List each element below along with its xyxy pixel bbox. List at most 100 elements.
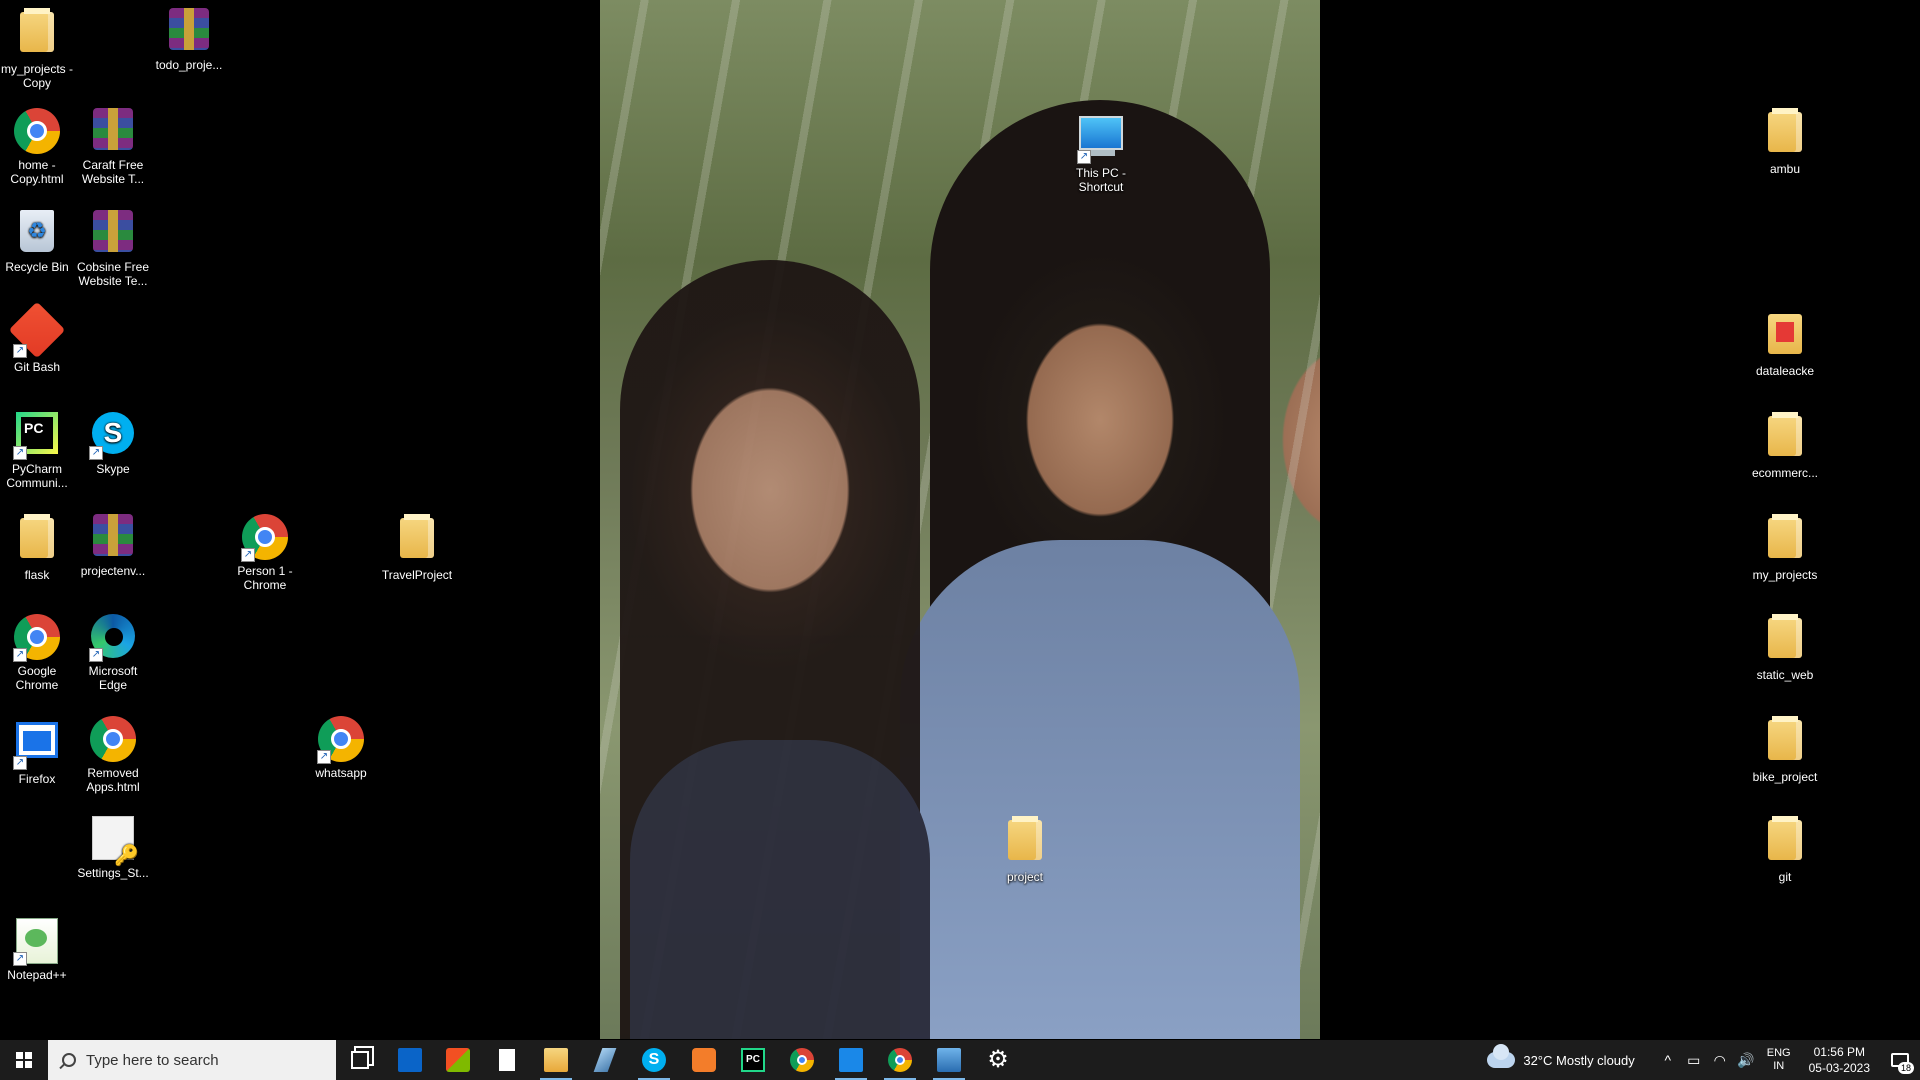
chrome-icon	[318, 716, 364, 762]
desktop-icon-recycle-bin[interactable]: ♻ Recycle Bin	[0, 210, 74, 274]
desktop-icon-git[interactable]: git	[1748, 816, 1822, 884]
taskbar-search-box[interactable]: Type here to search	[48, 1040, 336, 1080]
git-bash-icon	[8, 301, 66, 359]
folder-icon	[1768, 816, 1802, 860]
desktop-icon-this-pc-shortcut[interactable]: This PC - Shortcut	[1064, 110, 1138, 194]
file-explorer-icon	[544, 1048, 568, 1072]
desktop-icon-firefox[interactable]: Firefox	[0, 716, 74, 786]
screen-app-icon	[839, 1048, 863, 1072]
notification-count: 18	[1897, 1062, 1914, 1074]
taskbar-chrome-profile[interactable]	[876, 1040, 924, 1080]
desktop-icon-notepad-plus-plus[interactable]: Notepad++	[0, 918, 74, 982]
clock-time: 01:56 PM	[1813, 1045, 1865, 1059]
desktop-icon-whatsapp[interactable]: whatsapp	[304, 716, 378, 780]
desktop-icon-static-web[interactable]: static_web	[1748, 614, 1822, 682]
desktop-icon-todo-project[interactable]: todo_proje...	[152, 8, 226, 72]
taskbar-settings[interactable]: ⚙	[974, 1040, 1022, 1080]
desktop-icon-person-1-chrome[interactable]: Person 1 - Chrome	[228, 514, 302, 592]
desktop-icon-bike-project[interactable]: bike_project	[1748, 716, 1822, 784]
desktop-wallpaper-photo	[600, 0, 1320, 1039]
windows-logo-icon	[16, 1052, 32, 1068]
winrar-archive-icon	[169, 8, 209, 50]
notepad-icon	[499, 1049, 515, 1071]
desktop-icon-skype[interactable]: S Skype	[76, 412, 150, 476]
chrome-profile-icon	[888, 1048, 912, 1072]
taskbar-screen-app[interactable]	[827, 1040, 875, 1080]
taskbar-pycharm[interactable]: PC	[729, 1040, 777, 1080]
folder-icon	[1768, 412, 1802, 456]
start-button[interactable]	[0, 1040, 48, 1080]
clock[interactable]: 01:56 PM 05-03-2023	[1809, 1044, 1870, 1076]
folder-icon	[20, 8, 54, 52]
folder-icon	[1768, 514, 1802, 558]
notification-center-button[interactable]: 18	[1880, 1040, 1920, 1080]
taskbar-mail[interactable]	[386, 1040, 434, 1080]
this-pc-icon	[1079, 116, 1123, 156]
chrome-profile-icon	[242, 514, 288, 560]
recycle-bin-icon: ♻	[20, 210, 54, 252]
chrome-icon	[790, 1048, 814, 1072]
desktop-icon-ambu[interactable]: ambu	[1748, 108, 1822, 176]
sublime-text-icon	[692, 1048, 716, 1072]
taskbar-notepad[interactable]	[483, 1040, 531, 1080]
wifi-icon[interactable]: ◠	[1710, 1050, 1730, 1070]
taskbar-sublime-text[interactable]	[680, 1040, 728, 1080]
chrome-icon	[90, 716, 136, 762]
desktop-icon-dataleacke[interactable]: dataleacke	[1748, 310, 1822, 378]
desktop-icon-flask[interactable]: flask	[0, 514, 74, 582]
firefox-window-icon	[16, 722, 58, 758]
desktop-icon-project[interactable]: project	[988, 816, 1062, 884]
desktop-icon-cobsine-free-website[interactable]: Cobsine Free Website Te...	[76, 210, 150, 288]
edge-icon	[91, 614, 135, 658]
desktop-icon-my-projects-copy[interactable]: my_projects - Copy	[0, 8, 74, 90]
desktop-icon-travelproject[interactable]: TravelProject	[380, 514, 454, 582]
desktop-icon-caraft-free-website[interactable]: Caraft Free Website T...	[76, 108, 150, 186]
mail-icon	[398, 1048, 422, 1072]
taskbar-photos[interactable]	[925, 1040, 973, 1080]
folder-icon	[1768, 108, 1802, 152]
taskbar-chrome[interactable]	[778, 1040, 826, 1080]
folder-icon	[1768, 716, 1802, 760]
volume-icon[interactable]: 🔊	[1736, 1050, 1756, 1070]
desktop-icon-pycharm[interactable]: PyCharm Communi...	[0, 412, 74, 490]
chrome-icon	[14, 108, 60, 154]
taskbar: Type here to search S PC ⚙ 32°C Mostly c…	[0, 1040, 1920, 1080]
desktop-icon-settings-st[interactable]: Settings_St...	[76, 816, 150, 880]
desktop-icon-removed-apps-html[interactable]: Removed Apps.html	[76, 716, 150, 794]
task-view-button[interactable]	[336, 1040, 384, 1080]
desktop-icon-microsoft-edge[interactable]: Microsoft Edge	[76, 614, 150, 692]
desktop-icon-projectenv[interactable]: projectenv...	[76, 514, 150, 578]
winrar-archive-icon	[93, 108, 133, 150]
settings-file-icon	[92, 816, 139, 863]
taskbar-file-explorer[interactable]	[532, 1040, 580, 1080]
folder-icon	[1768, 614, 1802, 658]
photos-icon	[937, 1048, 961, 1072]
skype-icon: S	[642, 1048, 666, 1072]
skype-icon: S	[92, 412, 134, 454]
desktop-icon-home-copy-html[interactable]: home - Copy.html	[0, 108, 74, 186]
clock-date: 05-03-2023	[1808, 1061, 1870, 1075]
weather-condition: Mostly cloudy	[1556, 1052, 1635, 1068]
taskbar-skype[interactable]: S	[630, 1040, 678, 1080]
desktop-icon-ecommerce[interactable]: ecommerc...	[1748, 412, 1822, 480]
desktop-icon-my-projects[interactable]: my_projects	[1748, 514, 1822, 582]
winrar-archive-icon	[93, 514, 133, 556]
weather-widget[interactable]: 32°C Mostly cloudy	[1487, 1044, 1635, 1068]
chevron-up-icon[interactable]: ^	[1658, 1050, 1678, 1070]
chrome-icon	[14, 614, 60, 660]
folder-icon	[400, 514, 434, 558]
search-placeholder: Type here to search	[86, 1051, 219, 1069]
meet-now-icon[interactable]: ▭	[1684, 1050, 1704, 1070]
desktop-icon-git-bash[interactable]: Git Bash	[0, 301, 74, 374]
search-icon	[62, 1053, 76, 1067]
settings-icon: ⚙	[987, 1046, 1009, 1073]
language-region: IN	[1773, 1060, 1785, 1072]
language-indicator[interactable]: ENG IN	[1767, 1047, 1791, 1073]
taskbar-store[interactable]	[434, 1040, 482, 1080]
language-code: ENG	[1766, 1047, 1791, 1059]
snipping-tool-icon	[593, 1048, 617, 1072]
cloud-icon	[1487, 1044, 1516, 1068]
pycharm-icon	[16, 412, 58, 454]
taskbar-snipping-tool[interactable]	[581, 1040, 629, 1080]
desktop-icon-google-chrome[interactable]: Google Chrome	[0, 614, 74, 692]
